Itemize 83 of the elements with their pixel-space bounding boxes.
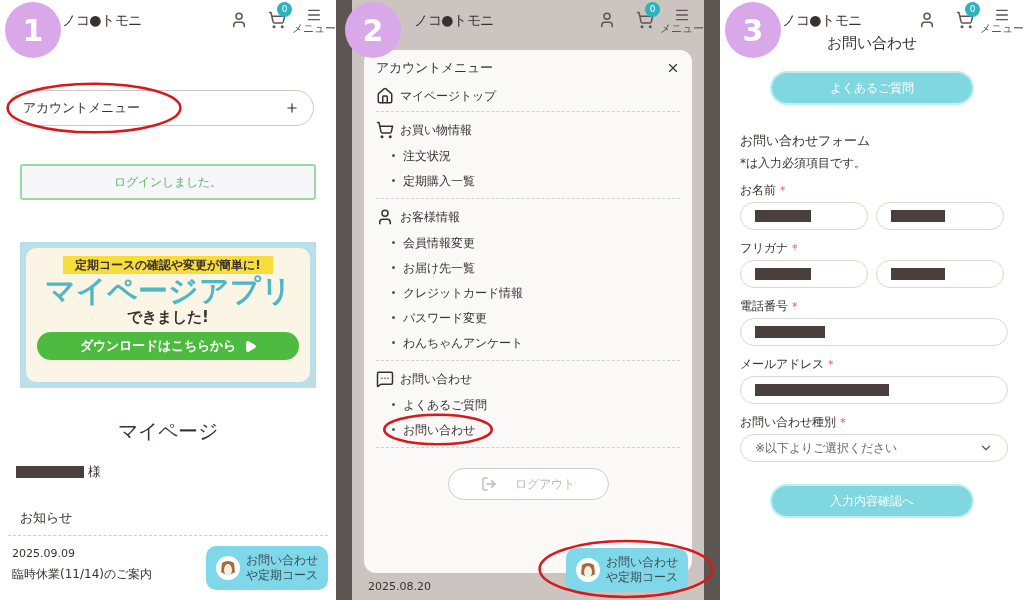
step-badge: 1 bbox=[5, 2, 61, 58]
redaction-bar bbox=[891, 210, 945, 222]
step-badge: 3 bbox=[725, 2, 781, 58]
menu-section-link[interactable]: お買い物情報 bbox=[400, 121, 472, 139]
dog-icon bbox=[576, 558, 600, 582]
text-field[interactable] bbox=[740, 260, 868, 288]
customer-honorific: 様 bbox=[88, 463, 101, 481]
chat-icon bbox=[376, 370, 394, 388]
redaction-bar bbox=[16, 465, 84, 478]
required-note: *は入力必須項目です。 bbox=[740, 155, 866, 172]
banner-subline: できました! bbox=[127, 308, 209, 326]
floating-button-text: や定期コース bbox=[246, 568, 318, 583]
close-icon[interactable] bbox=[666, 61, 680, 75]
required-mark: * bbox=[780, 183, 786, 198]
text-field[interactable] bbox=[740, 202, 868, 230]
logout-icon bbox=[481, 476, 497, 492]
field-label: 電話番号 bbox=[740, 299, 788, 314]
news-title[interactable]: 臨時休業(11/14)のご案内 bbox=[12, 566, 152, 582]
banner-headline: マイページアプリ bbox=[44, 274, 292, 308]
logo[interactable]: ノコ●トモニ bbox=[414, 9, 495, 31]
plus-icon bbox=[285, 101, 299, 115]
redaction-bar bbox=[891, 268, 945, 280]
floating-button-text: お問い合わせ bbox=[606, 555, 678, 570]
cart-icon[interactable] bbox=[636, 11, 654, 29]
account-icon[interactable] bbox=[598, 11, 616, 29]
logo[interactable]: ノコ●トモニ bbox=[782, 9, 863, 31]
cart-icon[interactable] bbox=[268, 11, 286, 29]
menu-section-link[interactable]: お客様情報 bbox=[400, 208, 460, 226]
dog-icon bbox=[216, 556, 240, 580]
required-mark: * bbox=[828, 357, 834, 372]
page-title: マイページ bbox=[118, 418, 218, 445]
play-icon bbox=[243, 339, 257, 353]
text-field[interactable] bbox=[740, 318, 1008, 346]
menu-item-link[interactable]: 定期購入一覧 bbox=[403, 171, 475, 190]
news-date: 2025.08.20 bbox=[367, 579, 431, 595]
menu-label: メニュー bbox=[660, 22, 704, 34]
account-icon[interactable] bbox=[230, 11, 248, 29]
page-title: お問い合わせ bbox=[827, 33, 917, 54]
redaction-bar bbox=[755, 268, 811, 280]
cart-count-badge: 0 bbox=[645, 2, 660, 17]
required-mark: * bbox=[840, 415, 846, 430]
menu-label: メニュー bbox=[292, 22, 336, 34]
banner-ribbon: 定期コースの確認や変更が簡単に! bbox=[63, 256, 273, 274]
form-title: お問い合わせフォーム bbox=[740, 131, 870, 150]
field-label: メールアドレス bbox=[740, 357, 824, 372]
text-field[interactable] bbox=[876, 260, 1004, 288]
menu-item-link[interactable]: 注文状況 bbox=[403, 146, 451, 165]
menu-label: メニュー bbox=[980, 22, 1024, 34]
login-notice: ログインしました。 bbox=[20, 164, 316, 200]
cart-icon bbox=[376, 121, 394, 139]
menu-item-link[interactable]: よくあるご質問 bbox=[403, 395, 487, 414]
cart-count-badge: 0 bbox=[965, 2, 980, 17]
news-heading: お知らせ bbox=[19, 508, 72, 527]
account-icon[interactable] bbox=[918, 11, 936, 29]
menu-section-link[interactable]: お問い合わせ bbox=[400, 370, 472, 388]
menu-item-link[interactable]: 会員情報変更 bbox=[403, 233, 475, 252]
required-mark: * bbox=[792, 241, 798, 256]
field-label: フリガナ bbox=[740, 241, 788, 256]
floating-button-text: や定期コース bbox=[606, 570, 678, 585]
menu-item-link[interactable]: パスワード変更 bbox=[403, 308, 487, 327]
field-label: お問い合わせ種別 bbox=[740, 415, 836, 430]
menu-item-link[interactable]: お届け先一覧 bbox=[403, 258, 475, 277]
logo[interactable]: ノコ●トモニ bbox=[62, 9, 143, 31]
menu-item-link[interactable]: クレジットカード情報 bbox=[403, 283, 523, 302]
field-label: お名前 bbox=[740, 183, 776, 198]
redaction-bar bbox=[755, 326, 825, 338]
home-icon bbox=[376, 87, 394, 105]
redaction-bar bbox=[755, 210, 811, 222]
news-date: 2025.09.09 bbox=[12, 546, 75, 562]
select-field[interactable]: ※以下よりご選択ください bbox=[740, 434, 1008, 462]
text-field[interactable] bbox=[740, 376, 1008, 404]
menu-section-link[interactable]: マイページトップ bbox=[400, 87, 496, 105]
menu-title: アカウントメニュー bbox=[376, 59, 493, 78]
floating-button-text: お問い合わせ bbox=[246, 553, 318, 568]
menu-item-link[interactable]: わんちゃんアンケート bbox=[403, 333, 523, 352]
required-mark: * bbox=[792, 299, 798, 314]
person-icon bbox=[376, 208, 394, 226]
app-banner[interactable]: 定期コースの確認や変更が簡単に! マイページアプリ できました! ダウンロードはこちらから bbox=[20, 242, 316, 388]
floating-contact-button[interactable]: お問い合わせ や定期コース bbox=[566, 548, 688, 592]
text-field[interactable] bbox=[876, 202, 1004, 230]
cart-count-badge: 0 bbox=[277, 2, 292, 17]
floating-contact-button[interactable]: お問い合わせ や定期コース bbox=[206, 546, 328, 590]
cart-icon[interactable] bbox=[956, 11, 974, 29]
